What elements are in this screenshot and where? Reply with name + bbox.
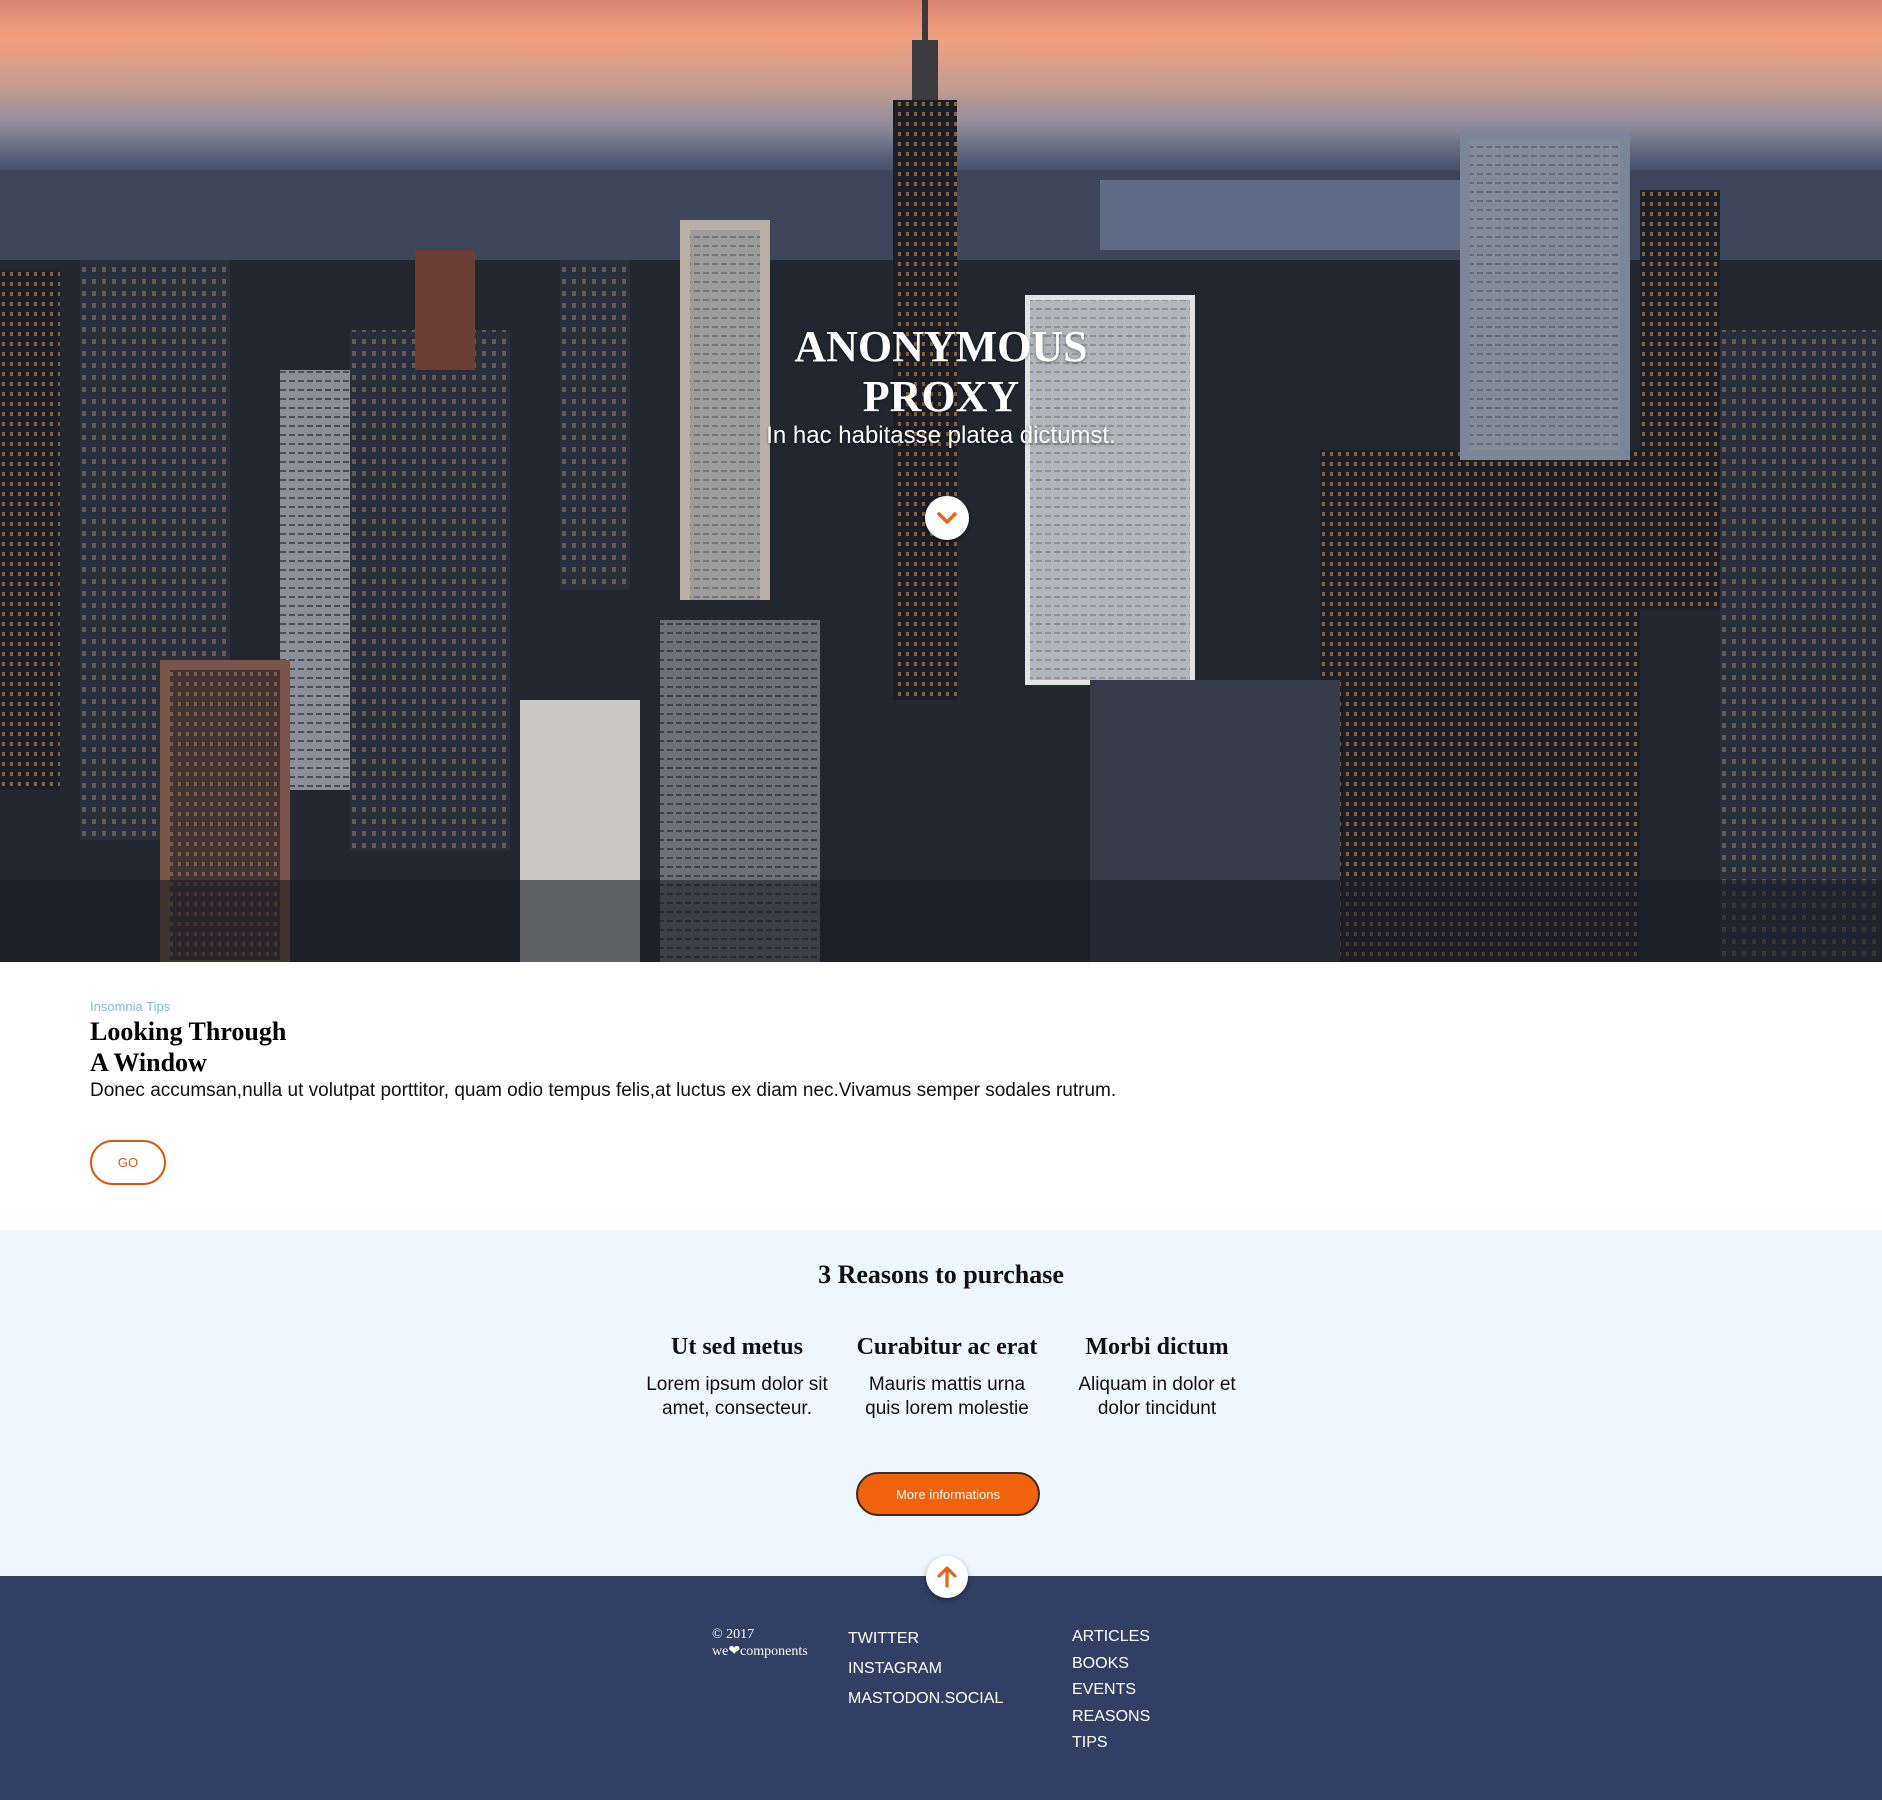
reason-text-line1: Lorem ipsum dolor sit <box>646 1374 828 1395</box>
reason-item: Ut sed metus Lorem ipsum dolor sit amet,… <box>632 1334 842 1421</box>
reason-text: Aliquam in dolor et dolor tincidunt <box>1052 1373 1262 1421</box>
article-category[interactable]: Insomnia Tips <box>90 999 170 1014</box>
hero-title: ANONYMOUS PROXY <box>0 322 1882 422</box>
footer: © 2017 we❤components TWITTER INSTAGRAM M… <box>0 1576 1882 1800</box>
article-title-line2: A Window <box>90 1048 207 1077</box>
footer-link-instagram[interactable]: INSTAGRAM <box>848 1654 1003 1684</box>
social-links: TWITTER INSTAGRAM MASTODON.SOCIAL <box>848 1624 1003 1714</box>
copyright-brand: we❤components <box>712 1644 808 1659</box>
go-button[interactable]: GO <box>90 1140 166 1185</box>
reason-heading: Ut sed metus <box>671 1334 803 1360</box>
reason-heading: Curabitur ac erat <box>856 1334 1038 1360</box>
article-section: Insomnia Tips Looking Through A Window D… <box>0 962 1882 1230</box>
footer-link-mastodon[interactable]: MASTODON.SOCIAL <box>848 1684 1003 1714</box>
article-title-line1: Looking Through <box>90 1017 287 1046</box>
scroll-up-button[interactable] <box>926 1556 968 1598</box>
reason-item: Curabitur ac erat Mauris mattis urna qui… <box>842 1334 1052 1421</box>
reason-text-line2: dolor tincidunt <box>1097 1398 1217 1419</box>
article-text: Donec accumsan,nulla ut volutpat porttit… <box>90 1080 1117 1101</box>
footer-link-events[interactable]: EVENTS <box>1072 1677 1150 1704</box>
article-title: Looking Through A Window <box>90 1016 286 1078</box>
reason-text-line1: Mauris mattis urna <box>868 1374 1026 1395</box>
copyright: © 2017 we❤components <box>712 1626 808 1660</box>
hero-title-line1: ANONYMOUS <box>794 322 1088 371</box>
reason-heading: Morbi dictum <box>1085 1334 1229 1360</box>
arrow-up-icon <box>937 1566 957 1588</box>
reason-text-line2: amet, consecteur. <box>662 1398 812 1419</box>
chevron-down-icon <box>937 512 957 524</box>
reasons-title: 3 Reasons to purchase <box>818 1260 1064 1289</box>
hero-section: ANONYMOUS PROXY In hac habitasse platea … <box>0 0 1882 962</box>
city-skyline-image <box>0 0 1882 962</box>
footer-link-tips[interactable]: TIPS <box>1072 1730 1150 1757</box>
reason-text: Mauris mattis urna quis lorem molestie <box>842 1373 1052 1421</box>
footer-link-reasons[interactable]: REASONS <box>1072 1704 1150 1731</box>
footer-link-books[interactable]: BOOKS <box>1072 1651 1150 1678</box>
footer-link-articles[interactable]: ARTICLES <box>1072 1624 1150 1651</box>
reason-text: Lorem ipsum dolor sit amet, consecteur. <box>632 1373 842 1421</box>
scroll-down-button[interactable] <box>925 496 969 540</box>
reason-text-line2: quis lorem molestie <box>865 1398 1029 1419</box>
copyright-year: © 2017 <box>712 1627 755 1642</box>
reasons-section: 3 Reasons to purchase Ut sed metus Lorem… <box>0 1230 1882 1576</box>
hero-title-line2: PROXY <box>862 372 1020 421</box>
reason-item: Morbi dictum Aliquam in dolor et dolor t… <box>1052 1334 1262 1421</box>
section-links: ARTICLES BOOKS EVENTS REASONS TIPS <box>1072 1624 1150 1757</box>
hero-subtitle: In hac habitasse platea dictumst. <box>766 422 1116 449</box>
more-informations-button[interactable]: More informations <box>856 1472 1040 1516</box>
reason-text-line1: Aliquam in dolor et <box>1078 1374 1236 1395</box>
footer-link-twitter[interactable]: TWITTER <box>848 1624 1003 1654</box>
